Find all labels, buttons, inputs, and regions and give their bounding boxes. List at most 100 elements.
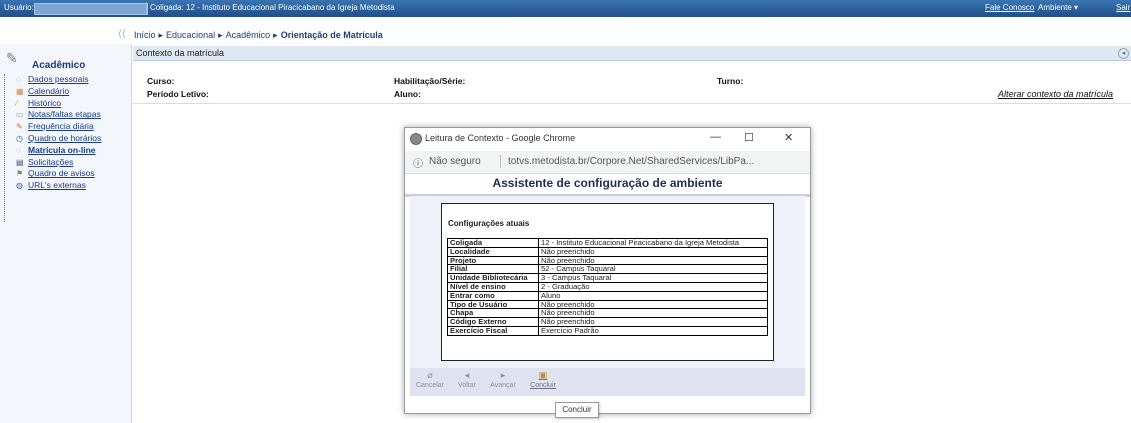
table-row: Tipo de Usuário Não preenchido xyxy=(447,299,768,310)
alter-context-link[interactable]: Alterar contexto da matrícula xyxy=(998,89,1113,99)
sidebar-item-dados-pessoais[interactable]: ◌ Dados pessoais xyxy=(8,74,101,86)
breadcrumb-academico[interactable]: Acadêmico xyxy=(226,30,271,40)
sidebar-item-label: Quadro de horários xyxy=(28,132,102,143)
context-title: Contexto da matrícula xyxy=(136,48,225,58)
sidebar-header: ✎ Acadêmico xyxy=(4,50,129,74)
curso-label: Curso: xyxy=(147,76,175,86)
sidebar-item-solicitacoes[interactable]: ▤ Solicitações xyxy=(8,157,101,169)
sidebar-item-label: Histórico xyxy=(28,97,62,108)
breadcrumb-educacional[interactable]: Educacional xyxy=(166,30,215,40)
back-label: Voltar xyxy=(458,382,476,389)
breadcrumb: Início ▸ Educacional ▸ Acadêmico ▸ Orientação … xyxy=(134,30,383,41)
config-key: Entrar como xyxy=(447,290,539,301)
collapse-icon[interactable]: ◂ xyxy=(1118,48,1129,59)
config-key: Coligada xyxy=(447,238,539,248)
finish-icon: ▣ xyxy=(538,370,548,380)
next-button[interactable]: ▸ Avançar xyxy=(485,370,521,389)
academic-icon: ✎ xyxy=(6,50,18,66)
finish-label: Concluir xyxy=(530,382,556,389)
address-bar[interactable]: ⓘ Não seguro totvs.metodista.br/Corpore.… xyxy=(405,151,810,174)
habilitacao-label: Habilitação/Série: xyxy=(394,76,466,86)
config-key: Exercício Fiscal xyxy=(447,325,539,336)
ambiente-menu[interactable]: Ambiente ▾ xyxy=(1038,3,1078,12)
notice-board-icon: ⚑ xyxy=(16,169,24,179)
table-row: Nível de ensino 2 - Graduação xyxy=(447,281,768,292)
user-icon: ◌ xyxy=(16,75,21,84)
tree-connector xyxy=(4,74,6,222)
user-name-field xyxy=(34,3,148,15)
cancel-label: Cancelar xyxy=(415,382,444,389)
finish-tooltip: Concluir xyxy=(555,402,599,418)
sidebar-item-label: Solicitações xyxy=(28,156,74,167)
info-icon[interactable]: ⓘ xyxy=(413,155,423,170)
history-icon: ⁄ xyxy=(16,98,18,108)
requests-icon: ▤ xyxy=(16,157,24,167)
enrollment-icon: ◌ xyxy=(16,145,21,155)
periodo-label: Período Letivo: xyxy=(147,89,209,99)
maximize-button[interactable]: ☐ xyxy=(744,131,754,144)
sidebar-item-label: Calendário xyxy=(28,85,70,96)
config-table: Coligada 12 - Instituto Educacional Pirac… xyxy=(447,238,768,336)
config-key: Nível de ensino xyxy=(447,281,539,292)
context-header: Contexto da matrícula ◂ xyxy=(133,46,1131,61)
wizard-toolbar: ⌀ Cancelar ◂ Voltar ▸ Avançar ▣ Concluir xyxy=(410,368,805,396)
calendar-icon: ▦ xyxy=(16,86,24,96)
back-arrow-icon[interactable]: ⟨⟨ xyxy=(118,29,126,40)
divider xyxy=(146,2,147,14)
sidebar-item-historico[interactable]: ⁄ Histórico xyxy=(8,98,101,110)
config-title: Configurações atuais xyxy=(448,219,530,228)
wizard-title: Assistente de configuração de ambiente xyxy=(405,176,810,197)
divider xyxy=(500,155,501,168)
aluno-label: Aluno: xyxy=(394,89,421,99)
breadcrumb-inicio[interactable]: Início xyxy=(134,30,156,40)
sidebar-item-frequencia[interactable]: ✎ Frequência diária xyxy=(8,121,101,133)
window-title: Leitura de Contexto - Google Chrome xyxy=(425,133,576,143)
user-label: Usuário: xyxy=(4,3,34,12)
grades-icon: ▭ xyxy=(16,110,24,120)
divider xyxy=(133,103,1131,104)
sidebar-item-matricula[interactable]: ◌ Matrícula on-line xyxy=(8,145,101,157)
table-row: Coligada 12 - Instituto Educacional Pirac… xyxy=(447,238,768,248)
config-value: Não preenchido xyxy=(538,246,768,257)
breadcrumb-current: Orientação de Matrícula xyxy=(280,30,383,40)
close-button[interactable]: ✕ xyxy=(784,131,793,144)
table-row: Exercício Fiscal Exercício Padrão xyxy=(447,325,768,336)
url-text: totvs.metodista.br/Corpore.Net/SharedSer… xyxy=(508,156,755,167)
sidebar-tree: ◌ Dados pessoais ▦ Calendário ⁄ Histórico ▭… xyxy=(8,74,101,192)
breadcrumb-separator: ▸ xyxy=(158,30,164,40)
finish-button[interactable]: ▣ Concluir xyxy=(524,370,562,389)
cancel-button[interactable]: ⌀ Cancelar xyxy=(413,370,447,389)
breadcrumb-separator: ▸ xyxy=(273,30,278,40)
sidebar-item-label: Notas/faltas etapas xyxy=(28,109,101,120)
table-row: Entrar como Aluno xyxy=(447,290,768,301)
sidebar-title: Acadêmico xyxy=(32,60,86,71)
back-button[interactable]: ◂ Voltar xyxy=(452,370,482,389)
contact-link[interactable]: Fale Conosco xyxy=(985,3,1034,12)
sidebar-item-quadro-avisos[interactable]: ⚑ Quadro de avisos xyxy=(8,168,101,180)
arrow-right-icon: ▸ xyxy=(500,370,506,380)
config-value: Aluno xyxy=(538,290,768,301)
sidebar-item-label: Frequência diária xyxy=(28,121,94,132)
config-box: Configurações atuais Coligada 12 - Instit… xyxy=(441,203,774,361)
sidebar-item-label: Matrícula on-line xyxy=(28,144,96,155)
sidebar-item-calendario[interactable]: ▦ Calendário xyxy=(8,86,101,98)
top-bar: Usuário: Coligada: 12 - Instituto Educac… xyxy=(0,0,1131,17)
table-row: Localidade Não preenchido xyxy=(447,246,768,257)
sidebar-item-quadro-horarios[interactable]: ◷ Quadro de horários xyxy=(8,133,101,145)
logout-link[interactable]: Sair xyxy=(1116,3,1130,12)
breadcrumb-separator: ▸ xyxy=(218,30,223,40)
sidebar-item-notas-faltas[interactable]: ▭ Notas/faltas etapas xyxy=(8,109,101,121)
attendance-icon: ✎ xyxy=(16,122,23,132)
globe-icon: ◍ xyxy=(16,181,23,191)
coligada-info: Coligada: 12 - Instituto Educacional Pir… xyxy=(150,3,395,12)
sidebar-item-urls-externas[interactable]: ◍ URL's externas xyxy=(8,180,101,192)
minimize-button[interactable]: — xyxy=(710,131,721,143)
cancel-icon: ⌀ xyxy=(427,370,433,380)
config-value: 2 - Graduação xyxy=(538,281,768,292)
chrome-icon xyxy=(410,133,422,145)
config-value: Exercício Padrão xyxy=(538,325,768,336)
config-value: 12 - Instituto Educacional Piracicabano … xyxy=(538,238,768,248)
not-secure-label: Não seguro xyxy=(429,156,481,167)
next-label: Avançar xyxy=(490,382,516,389)
config-key: Localidade xyxy=(447,246,539,257)
